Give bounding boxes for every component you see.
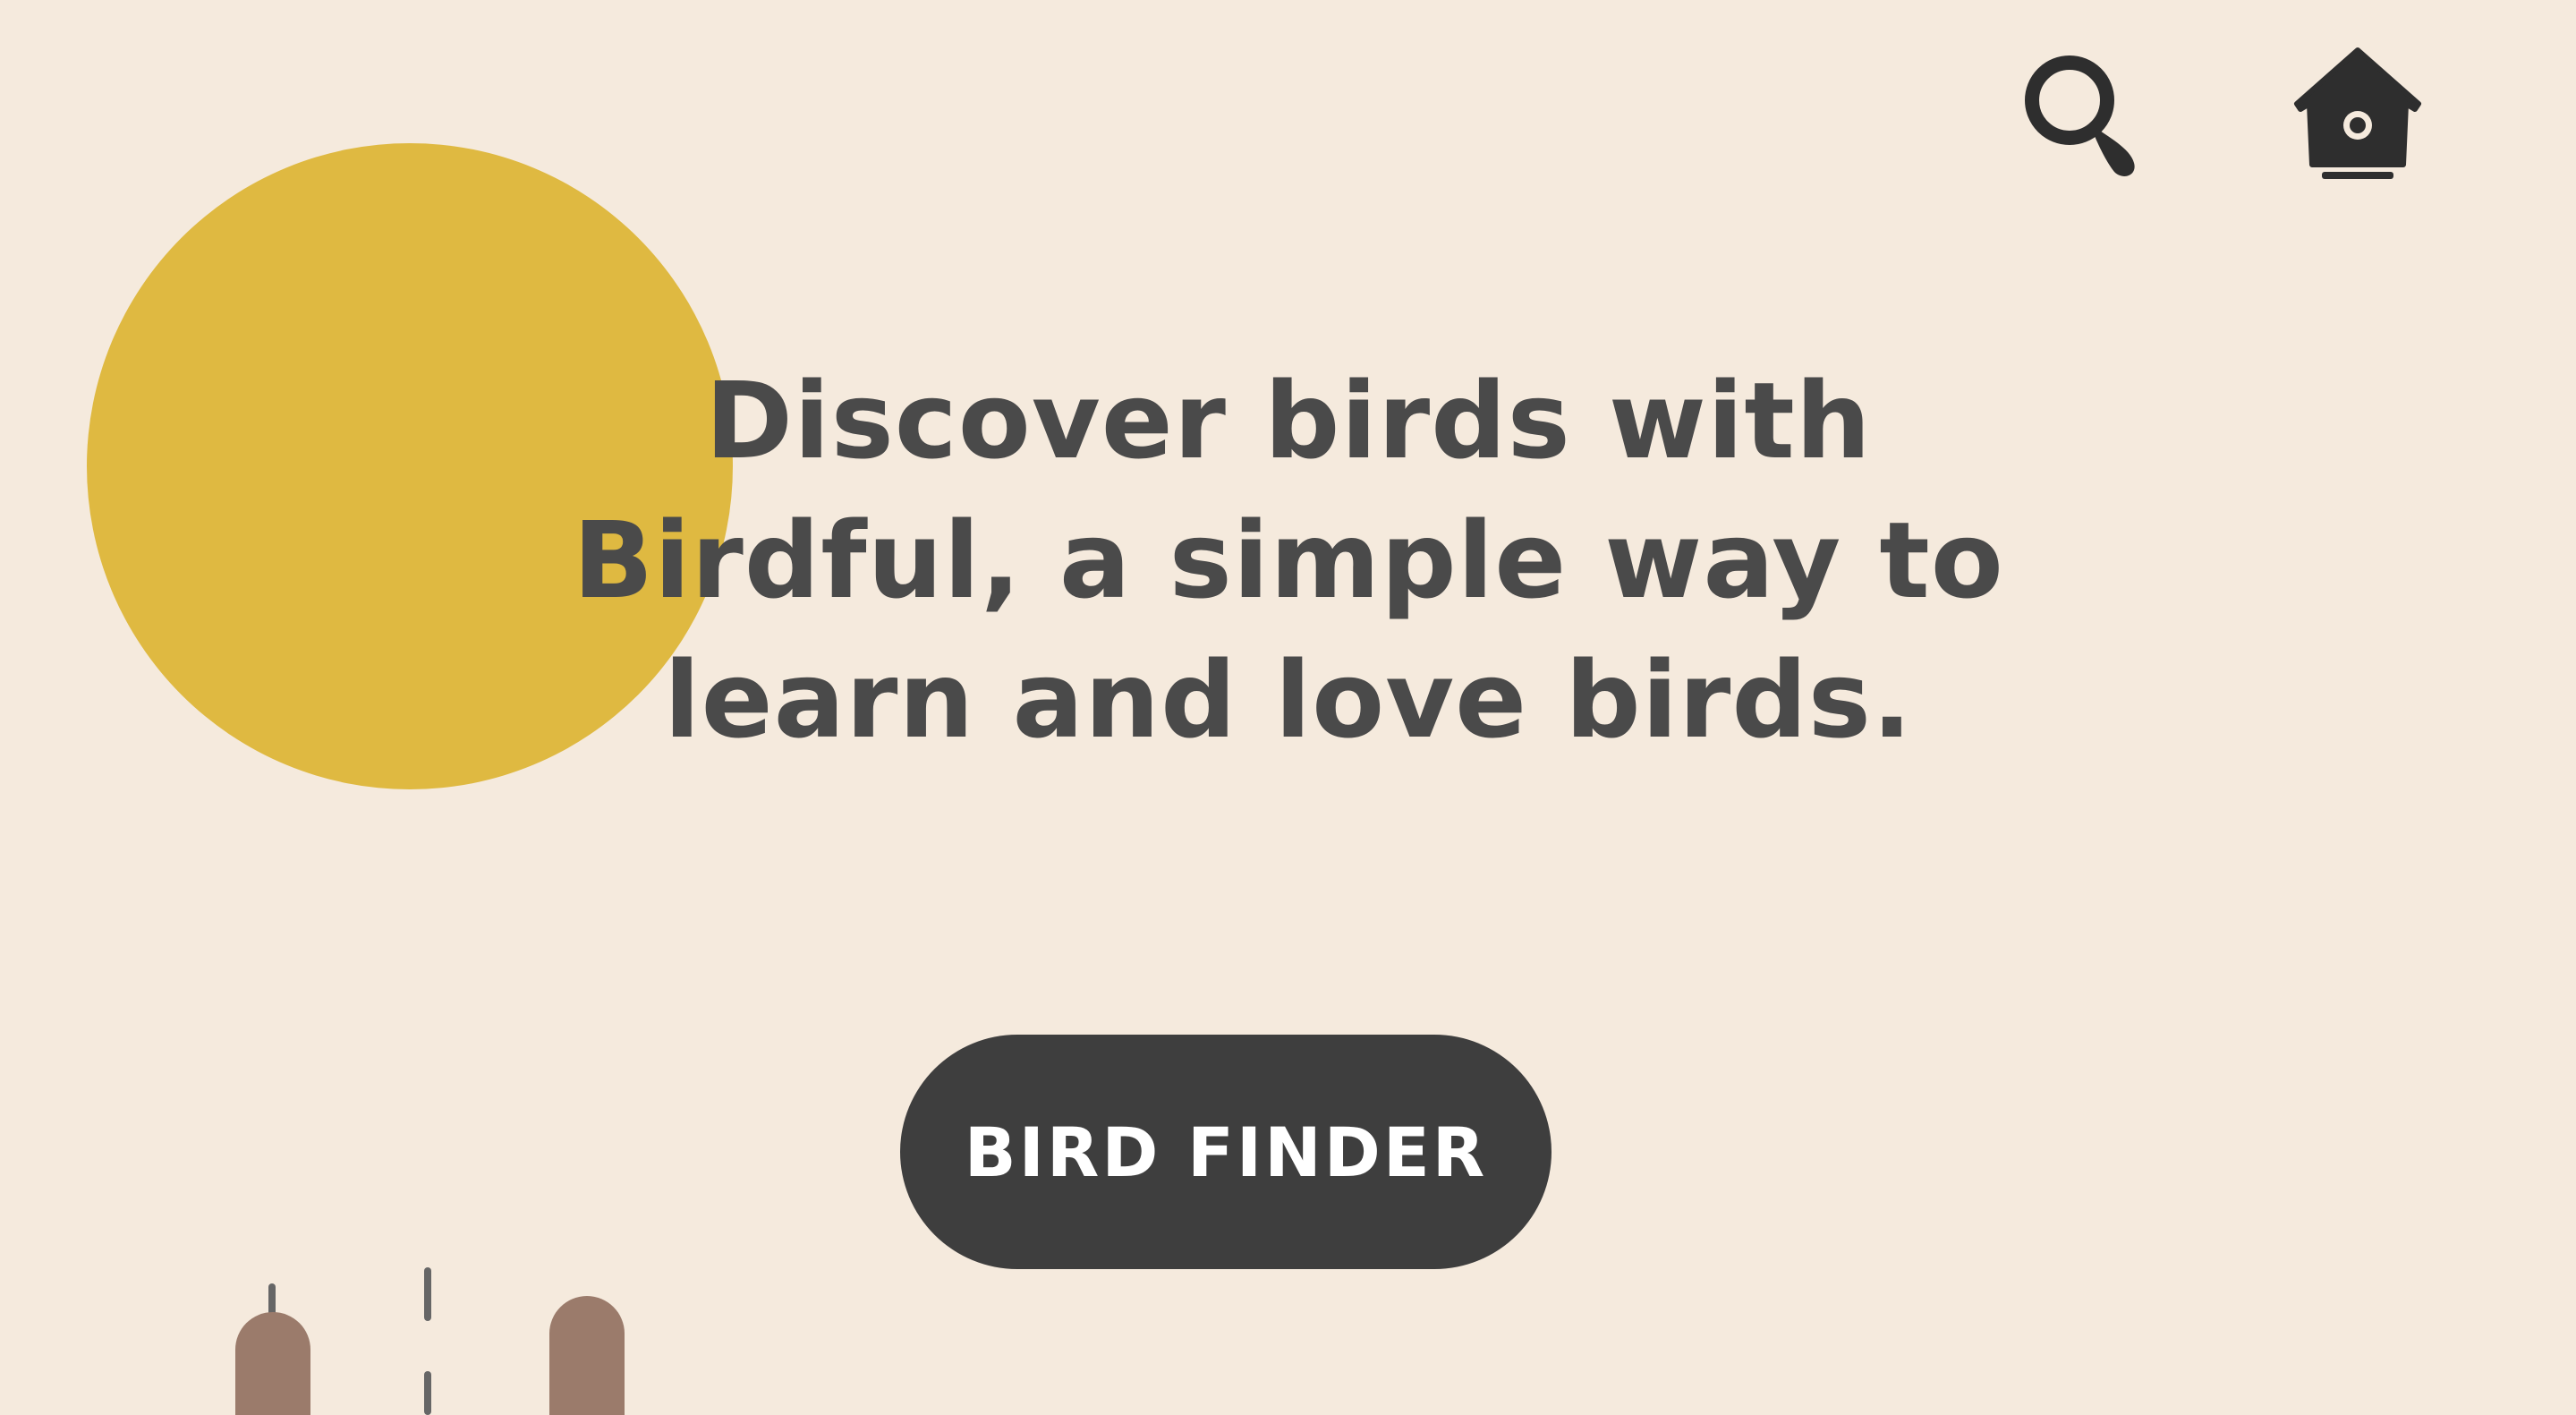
home-button[interactable] [2286,45,2429,184]
birdhouse-icon [2294,47,2421,179]
hero-headline: Discover birds with Birdful, a simple wa… [573,359,2004,762]
cattail-head [549,1296,625,1415]
reed-stem [424,1371,431,1415]
bird-finder-button[interactable]: BIRD FINDER [900,1035,1552,1269]
cattail-plants [235,1267,625,1415]
cattail-stem [424,1267,431,1321]
search-button[interactable] [2018,50,2143,181]
search-icon [2025,55,2135,176]
cattail-head [235,1312,310,1415]
